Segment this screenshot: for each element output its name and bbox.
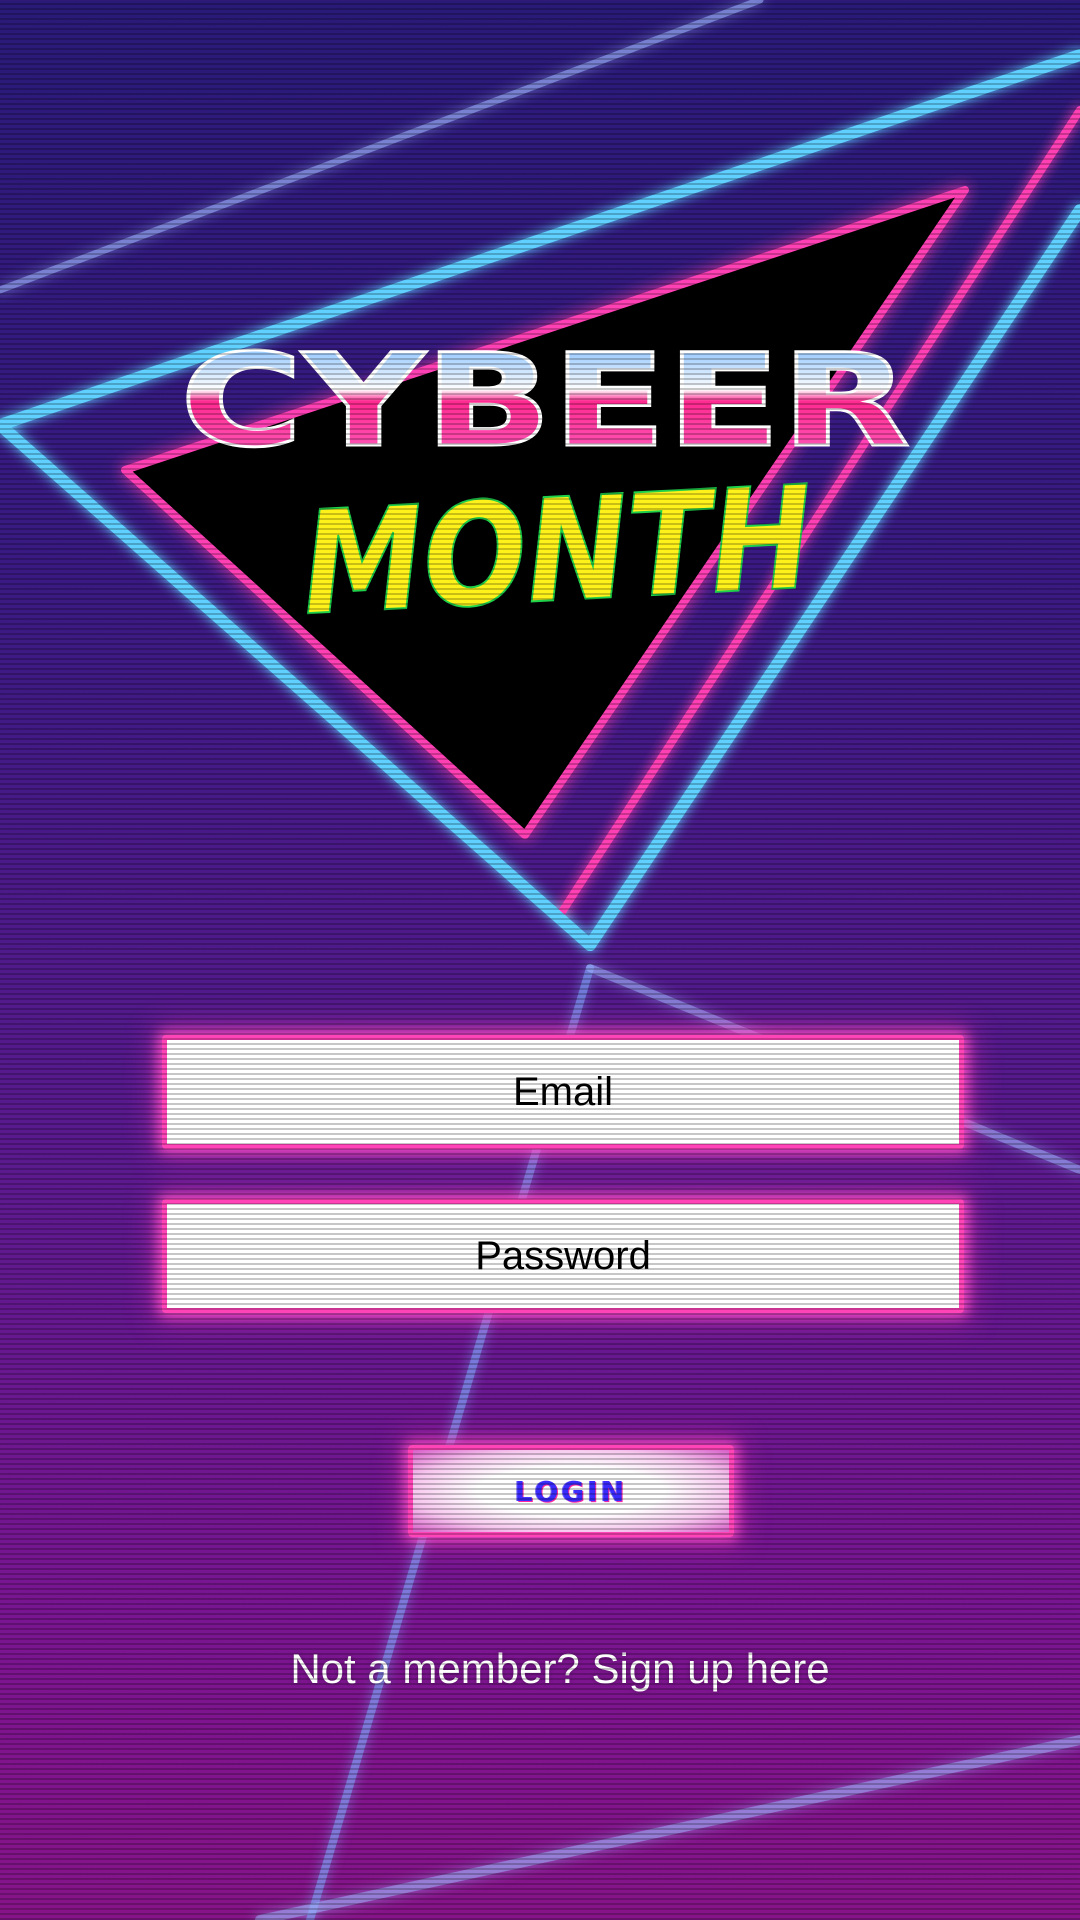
signup-link[interactable]: Not a member? Sign up here [0,1645,1080,1693]
email-field[interactable] [162,1035,964,1149]
logo-month-text: MONTH [299,456,817,647]
password-field[interactable] [162,1199,964,1313]
login-button-label: LOGIN [514,1474,628,1508]
logo-cybeer-text: CYBEER [180,327,910,476]
cyber-month-logo: CYBEER MONTH [121,186,969,839]
login-button[interactable]: LOGIN [408,1445,734,1537]
